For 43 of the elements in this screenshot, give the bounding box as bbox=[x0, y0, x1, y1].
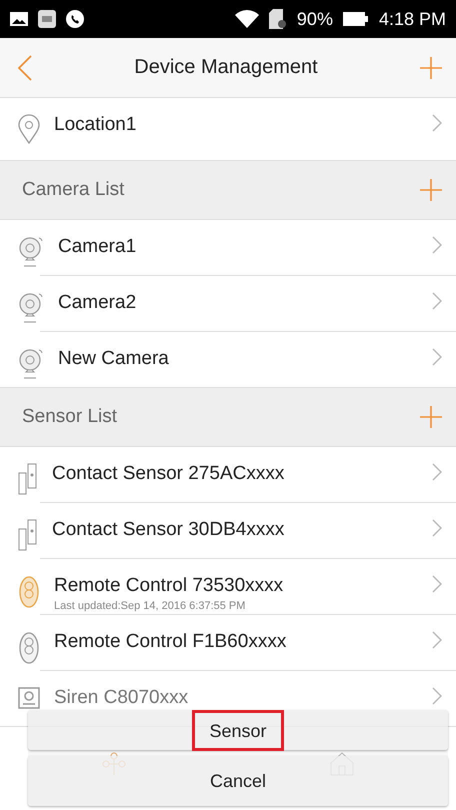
page-title: Device Management bbox=[134, 56, 318, 79]
chevron-right-icon bbox=[432, 348, 442, 366]
clock-time: 4:18 PM bbox=[378, 8, 446, 30]
plus-icon[interactable] bbox=[420, 56, 442, 78]
device-name[interactable]: Remote Control F1B60xxxx bbox=[54, 631, 418, 653]
device-name[interactable]: Remote Control 73530xxxx bbox=[54, 575, 418, 597]
location-name[interactable]: Location1 bbox=[54, 114, 418, 136]
phone-icon bbox=[66, 10, 84, 28]
section-title: Sensor List bbox=[22, 406, 118, 428]
device-name[interactable]: Camera2 bbox=[58, 292, 418, 314]
plus-icon[interactable] bbox=[420, 179, 442, 201]
chevron-right-icon bbox=[432, 463, 442, 481]
plus-icon[interactable] bbox=[420, 406, 442, 428]
section-title: Camera List bbox=[22, 179, 124, 201]
chevron-right-icon bbox=[432, 236, 442, 254]
image-icon bbox=[10, 12, 28, 26]
chevron-right-icon bbox=[432, 687, 442, 705]
chevron-right-icon bbox=[432, 292, 442, 310]
location-pin-icon bbox=[18, 114, 40, 144]
siren-icon bbox=[18, 687, 40, 709]
chevron-right-icon bbox=[432, 114, 442, 132]
wifi-icon bbox=[234, 10, 259, 28]
chevron-right-icon bbox=[432, 575, 442, 593]
device-name[interactable]: Contact Sensor 275ACxxxx bbox=[52, 463, 418, 485]
device-name[interactable]: Contact Sensor 30DB4xxxx bbox=[52, 519, 418, 541]
chevron-right-icon bbox=[432, 519, 442, 537]
contact-sensor-icon bbox=[18, 463, 38, 495]
last-updated-text: Last updated:Sep 14, 2016 6:37:55 PM bbox=[54, 600, 246, 612]
camera-icon bbox=[18, 348, 44, 380]
chevron-right-icon bbox=[432, 631, 442, 649]
back-icon[interactable] bbox=[18, 54, 32, 80]
battery-percent: 90% bbox=[296, 8, 333, 30]
device-name[interactable]: Camera1 bbox=[58, 236, 418, 258]
battery-icon bbox=[342, 12, 369, 26]
contact-sensor-icon bbox=[18, 519, 38, 551]
device-name[interactable]: Siren C8070xxx bbox=[54, 687, 418, 709]
device-name[interactable]: New Camera bbox=[58, 348, 418, 370]
cancel-button[interactable]: Cancel bbox=[28, 756, 448, 806]
camera-icon bbox=[18, 292, 44, 324]
camera-icon bbox=[18, 236, 44, 268]
app-icon bbox=[38, 10, 56, 28]
sensor-option-button[interactable]: Sensor bbox=[28, 710, 448, 750]
sd-card-icon bbox=[268, 9, 287, 29]
